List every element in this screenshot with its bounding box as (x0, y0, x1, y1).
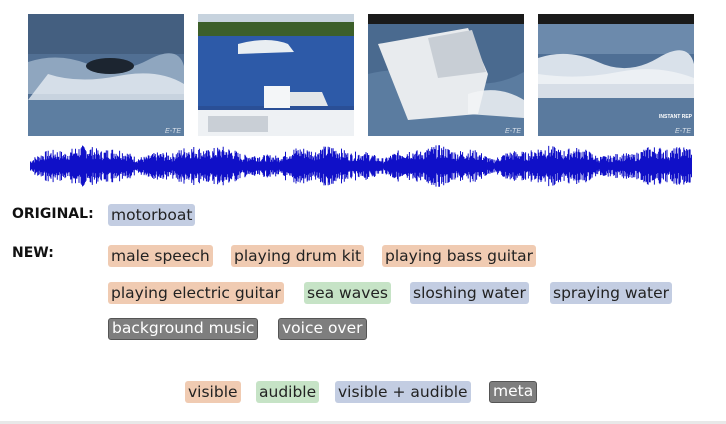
new-tag-background-music: background music (108, 318, 259, 340)
new-tag-playing-electric-guitar: playing electric guitar (108, 282, 284, 304)
new-tag-male-speech: male speech (108, 245, 213, 267)
original-tag-motorboat: motorboat (108, 204, 196, 226)
video-frame-1: E-TE (28, 14, 184, 136)
legend-visible: visible (185, 381, 241, 403)
new-tag-playing-bass-guitar: playing bass guitar (382, 245, 537, 267)
video-frame-4: INSTANT REP E-TE (538, 14, 694, 136)
legend-meta: meta (489, 381, 538, 403)
watermark-4b: INSTANT REP (659, 114, 692, 120)
legend-audible: audible (256, 381, 320, 403)
new-tag-sloshing-water: sloshing water (410, 282, 529, 304)
video-frame-2: E-TE (198, 14, 354, 136)
video-frame-strip: E-TE E-TE E-TE INSTANT REP E-TE (28, 14, 694, 136)
new-tag-spraying-water: spraying water (550, 282, 673, 304)
new-tag-voice-over: voice over (278, 318, 367, 340)
new-tag-playing-drum-kit: playing drum kit (231, 245, 365, 267)
original-label: ORIGINAL: (12, 206, 94, 222)
audio-waveform (30, 145, 692, 187)
new-tag-sea-waves: sea waves (304, 282, 391, 304)
legend-visible-audible: visible + audible (335, 381, 471, 403)
watermark-3: E-TE (505, 128, 521, 135)
watermark-2: E-TE (335, 128, 351, 135)
watermark-4: E-TE (675, 128, 691, 135)
watermark-1: E-TE (165, 128, 181, 135)
new-label: NEW: (12, 245, 54, 261)
video-frame-3: E-TE (368, 14, 524, 136)
